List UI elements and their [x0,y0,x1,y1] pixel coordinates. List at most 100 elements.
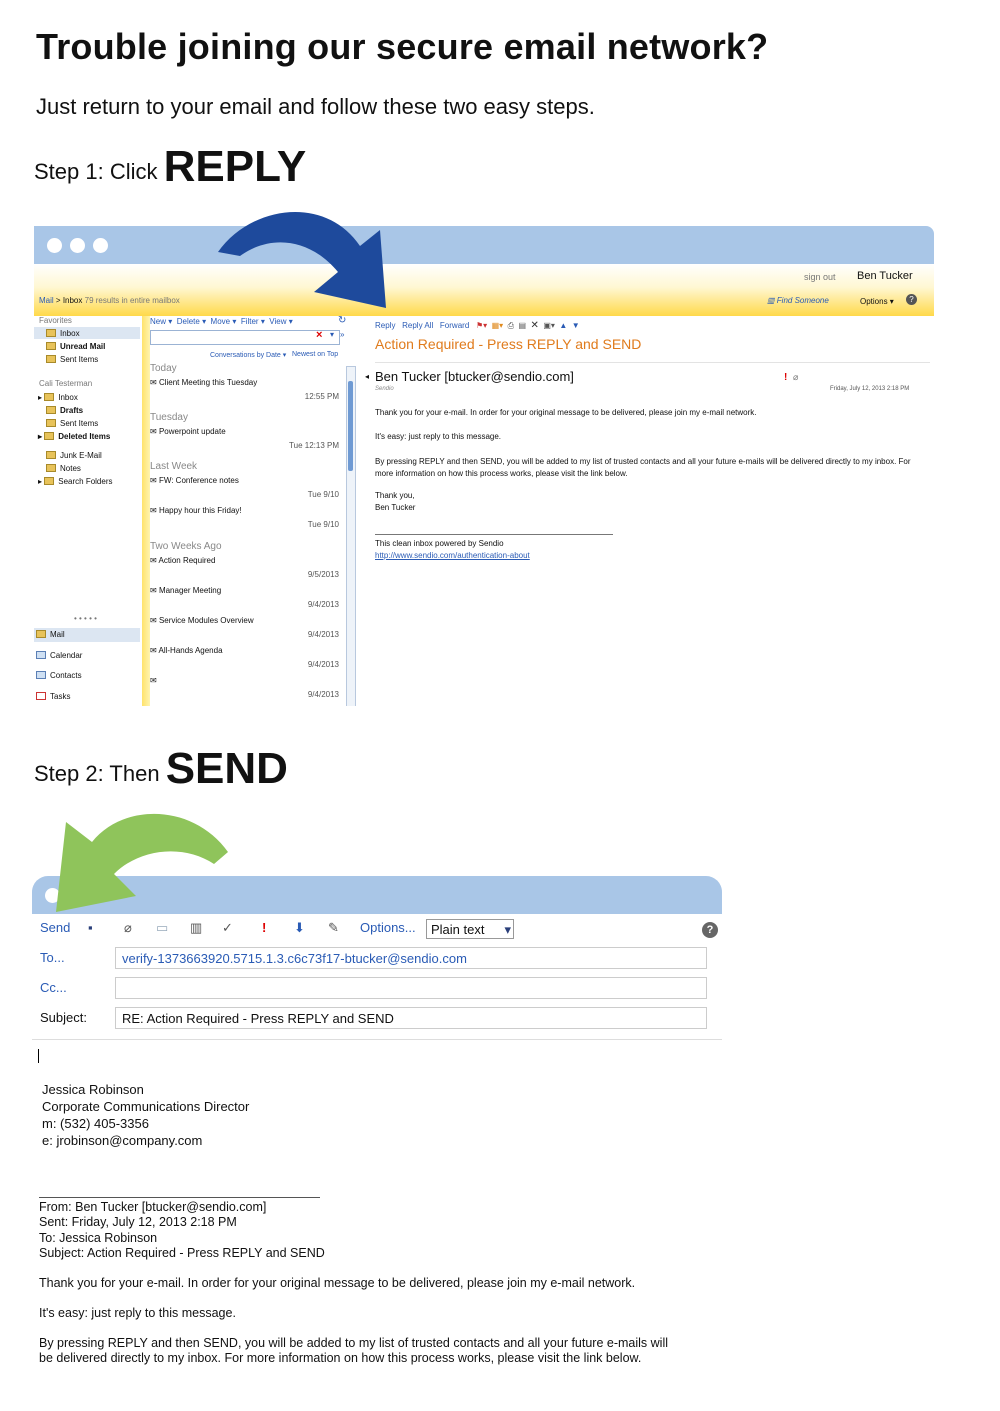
more-actions-icon[interactable]: ▣▾ [543,321,555,330]
toolbar-new[interactable]: New ▾ [150,317,172,326]
send-button[interactable]: Send [40,920,70,935]
step-2-heading: Step 2: Then SEND [34,744,288,794]
splitter-grip[interactable]: • • • • • [74,614,97,623]
message-date: 9/4/2013 [307,690,339,699]
toolbar-move[interactable]: Move ▾ [211,317,237,326]
list-item[interactable]: ✉ FW: Conference notes Tue 9/10 [150,476,345,504]
breadcrumb-mail[interactable]: Mail [39,296,54,305]
nav-tasks[interactable]: Tasks [36,692,70,701]
delete-icon[interactable]: ✕ [530,320,538,331]
save-icon[interactable]: ▪ [88,920,93,935]
list-item[interactable]: ✉ Manager Meeting 9/4/2013 [150,586,345,614]
quoted-paragraph: be delivered directly to my inbox. For m… [39,1351,642,1365]
toolbar-delete[interactable]: Delete ▾ [177,317,206,326]
check-names-icon[interactable]: ✓ [222,920,233,936]
sidebar-folder-label: Sent Items [60,419,99,428]
sign-out-link[interactable]: sign out [804,272,836,282]
print-icon[interactable]: ⎙ [508,321,514,330]
sidebar-folder-label: Search Folders [58,477,113,486]
reply-all-button[interactable]: Reply All [402,321,433,330]
list-item[interactable]: ✉ 9/4/2013 [150,676,345,704]
list-item[interactable]: ✉ Powerpoint update Tue 12:13 PM [150,427,345,455]
sort-by[interactable]: Conversations by Date ▾ [210,351,286,359]
help-icon[interactable]: ? [906,294,917,305]
subject-field[interactable]: RE: Action Required - Press REPLY and SE… [115,1007,707,1029]
flag-icon[interactable]: ⚑▾ [476,321,487,330]
body-paragraph: It's easy: just reply to this message. [375,432,502,441]
sidebar-folder-sent[interactable]: Sent Items [46,419,98,428]
authentication-link[interactable]: http://www.sendio.com/authentication-abo… [375,551,530,560]
envelope-icon: ✉ [150,676,157,685]
list-highlight-strip [142,316,150,706]
sidebar-fav-label: Unread Mail [60,342,106,351]
nav-label: Mail [50,630,65,639]
outlook-window: sign out Ben Tucker Mail > Inbox 79 resu… [34,226,934,706]
insert-image-icon[interactable]: ▭ [156,920,168,936]
toolbar-filter[interactable]: Filter ▾ [241,317,265,326]
move-folder-icon[interactable]: ▤ [518,321,526,330]
envelope-icon: ✉ [150,378,157,387]
list-item[interactable]: ✉ Action Required 9/5/2013 [150,556,345,584]
search-folder-icon [44,477,55,485]
list-scrollbar[interactable] [346,366,356,706]
address-book-icon[interactable]: ▥ [190,920,202,936]
low-importance-icon[interactable]: ⬇ [294,920,305,936]
sidebar-fav-inbox[interactable]: Inbox [46,329,80,338]
scrollbar-thumb[interactable] [348,381,353,471]
to-button[interactable]: To... [40,950,65,965]
sidebar-folder-drafts[interactable]: Drafts [46,406,83,415]
cc-button[interactable]: Cc... [40,980,67,995]
sidebar-fav-label: Inbox [60,329,80,338]
sidebar-favorites-heading: Favorites [39,316,72,325]
find-someone-label: Find Someone [776,296,829,305]
reply-button[interactable]: Reply [375,321,395,330]
nav-mail[interactable]: Mail [36,630,65,639]
collapse-icon[interactable]: ◂ [365,372,369,381]
forward-button[interactable]: Forward [440,321,469,330]
to-field[interactable]: verify-1373663920.5715.1.3.c6c73f17-btuc… [115,947,707,969]
options-menu[interactable]: Options ▾ [860,297,894,306]
closing-name: Ben Tucker [375,503,416,512]
message-subject: Client Meeting this Tuesday [158,378,258,387]
nav-contacts[interactable]: Contacts [36,671,82,680]
message-subject: Powerpoint update [158,427,226,436]
breadcrumb-inbox[interactable]: Inbox [63,296,83,305]
sidebar-folder-inbox[interactable]: ▸ Inbox [38,393,78,402]
refresh-icon[interactable]: ↻ [338,315,346,326]
signature-icon[interactable]: ✎ [328,920,339,936]
help-icon[interactable]: ? [702,922,718,938]
window-dot [93,238,108,253]
toolbar-view[interactable]: View ▾ [269,317,292,326]
attach-icon[interactable]: ⌀ [124,920,132,936]
envelope-icon: ✉ [150,586,157,595]
sort-order[interactable]: Newest on Top [292,351,338,358]
nav-calendar[interactable]: Calendar [36,651,82,660]
sidebar-folder-junk[interactable]: Junk E-Mail [46,451,102,460]
expand-icon[interactable]: » [340,330,344,339]
high-importance-icon[interactable]: ! [262,920,266,935]
sidebar-account-heading: Cali Testerman [39,379,93,388]
format-select[interactable]: Plain text ▾ [426,919,514,939]
sender-org: Sendio [375,386,394,392]
search-dropdown-icon[interactable]: ▾ [330,330,334,339]
sidebar-folder-label: Drafts [60,406,84,415]
list-item[interactable]: ✉ Happy hour this Friday! Tue 9/10 [150,506,345,534]
sidebar-folder-notes[interactable]: Notes [46,464,81,473]
sidebar-fav-unread[interactable]: Unread Mail [46,342,105,351]
find-someone-link[interactable]: ▥ Find Someone [767,296,829,305]
sidebar-folder-search[interactable]: ▸ Search Folders [38,477,113,486]
next-icon[interactable]: ▼ [572,321,580,330]
previous-icon[interactable]: ▲ [559,321,567,330]
sort-by-label: Conversations by Date [210,352,281,359]
sidebar-folder-deleted[interactable]: ▸ Deleted Items [38,432,110,441]
list-item[interactable]: ✉ Client Meeting this Tuesday 12:55 PM [150,378,345,406]
search-input[interactable] [150,330,340,345]
options-button[interactable]: Options... [360,920,416,935]
categories-icon[interactable]: ▦▾ [492,321,504,330]
list-item[interactable]: ✉ All-Hands Agenda 9/4/2013 [150,646,345,674]
list-item[interactable]: ✉ Service Modules Overview 9/4/2013 [150,616,345,644]
clear-search-icon[interactable]: × [316,329,322,341]
cc-field[interactable] [115,977,707,999]
attachment-icon: ⌀ [793,372,799,382]
sidebar-fav-sent[interactable]: Sent Items [46,355,98,364]
